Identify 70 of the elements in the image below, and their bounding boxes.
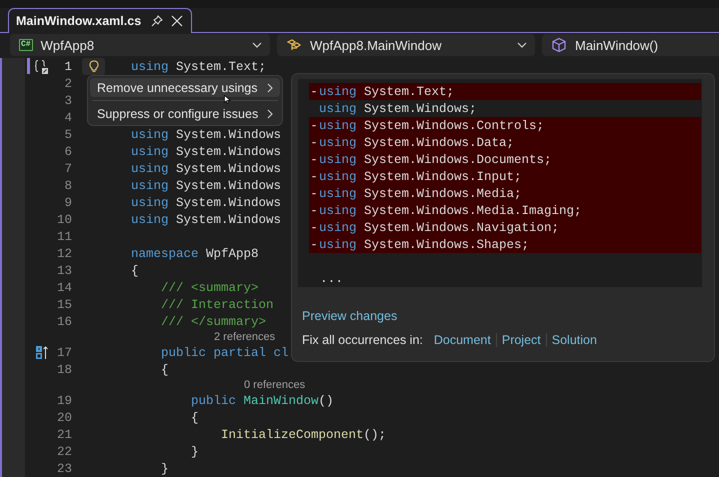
code-line: /// Interaction (160, 298, 274, 312)
code-line: InitializeComponent(); (220, 428, 386, 442)
references-codelens[interactable]: 0 references (244, 379, 306, 391)
class-icon (286, 38, 302, 52)
lightbulb-icon (88, 60, 98, 73)
ellipsis: ... (319, 270, 344, 287)
line-number: 1 (63, 60, 72, 74)
code-line: { (190, 410, 199, 424)
line-number: 3 (63, 94, 72, 108)
line-number: 22 (56, 444, 72, 458)
line-number: 20 (56, 410, 72, 424)
braces-icon (34, 59, 48, 74)
line-number: 12 (56, 246, 72, 260)
cube-icon (551, 37, 567, 53)
line-number: 6 (63, 144, 72, 158)
scope-link[interactable]: Solution (546, 333, 602, 347)
line-number: 16 (56, 314, 72, 328)
line-number: 15 (56, 298, 72, 312)
scope-link[interactable]: Document (428, 333, 496, 347)
line-number: 17 (56, 346, 72, 360)
lightbulb-button[interactable] (82, 58, 105, 75)
code-line: { (160, 362, 169, 376)
line-number: 19 (56, 394, 72, 408)
language-badge: C# (19, 39, 33, 51)
code-line: using System.Windows (131, 178, 282, 192)
line-number: 4 (63, 110, 72, 124)
scope-link[interactable]: Project (496, 333, 546, 347)
preview-changes-link[interactable]: Preview changes (302, 309, 398, 323)
line-number: 5 (63, 128, 72, 142)
code-line: } (160, 462, 169, 476)
line-number: 11 (56, 230, 72, 244)
code-line: using System.Windows (131, 128, 282, 142)
code-line: using System.Windows; (318, 100, 478, 117)
code-line: { (131, 264, 139, 278)
navigation-dropdown[interactable]: WpfApp8.MainWindow (277, 34, 535, 56)
code-line: using System.Text; (131, 60, 266, 74)
current-line-marker (25, 58, 31, 75)
line-number: 10 (56, 212, 72, 226)
references-codelens[interactable]: 2 references (214, 331, 276, 343)
code-line: using System.Windows (131, 212, 282, 226)
line-number: 13 (56, 264, 72, 278)
line-number: 7 (63, 162, 72, 176)
line-number: 23 (56, 462, 72, 476)
line-number: 8 (63, 178, 72, 192)
code-line: namespace WpfApp8 (131, 246, 259, 260)
code-line: } (190, 444, 199, 458)
line-number: 18 (56, 362, 72, 376)
file-tab[interactable]: MainWindow.xaml.cs (8, 8, 192, 33)
implementation-icon (34, 345, 48, 360)
code-line: public MainWindow() (190, 394, 334, 408)
line-number: 21 (56, 428, 72, 442)
code-line: using System.Windows (131, 162, 282, 176)
chevron-right-icon (267, 108, 273, 118)
close-icon[interactable] (171, 15, 184, 27)
menu-item[interactable]: Suppress or configure issues (90, 104, 280, 123)
mouse-cursor-icon (224, 95, 231, 104)
line-number: 2 (63, 76, 72, 90)
navigation-dropdown[interactable]: MainWindow() (542, 34, 719, 56)
line-number: 14 (56, 280, 72, 294)
menu-item[interactable]: Remove unnecessary usings (90, 78, 280, 97)
pin-icon[interactable] (151, 15, 164, 27)
code-line: using System.Windows (131, 196, 282, 210)
chevron-right-icon (267, 82, 273, 92)
code-line: public partial cl (160, 346, 289, 360)
code-line: using System.Windows (131, 144, 282, 158)
fix-all-label: Fix all occurrences in: (302, 333, 423, 347)
code-line: /// </summary> (160, 314, 266, 328)
line-number: 9 (63, 196, 72, 210)
code-line: /// <summary> (160, 280, 259, 294)
navigation-dropdown[interactable]: C# WpfApp8 (10, 34, 270, 56)
